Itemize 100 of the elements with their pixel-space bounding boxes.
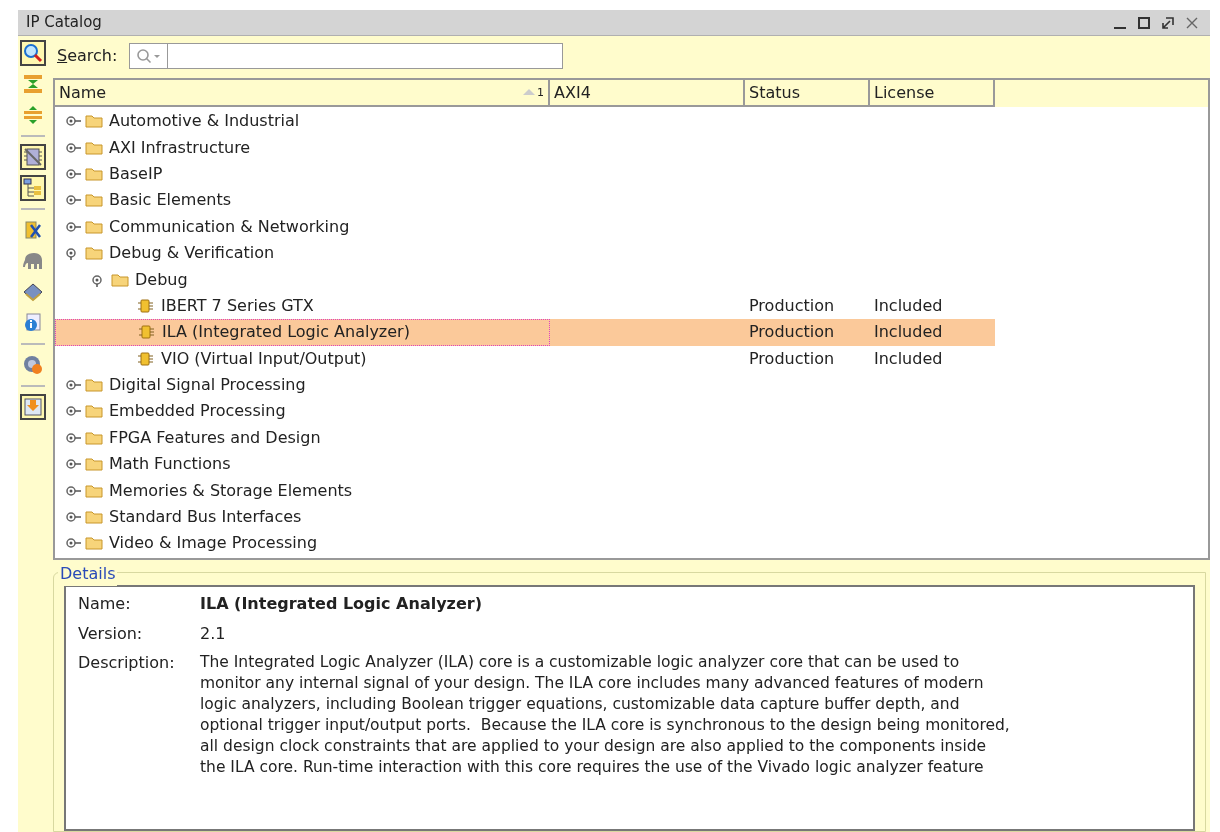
item-name: Embedded Processing [109,403,286,420]
chip-icon [137,297,155,314]
tree-row[interactable]: IBERT 7 Series GTX Production Included [55,292,1208,320]
item-name: FPGA Features and Design [109,429,321,446]
search-icon [135,48,162,64]
folder-icon [85,378,103,393]
search-label: Search: [57,45,118,67]
search-field[interactable] [129,43,564,69]
status-text: Production [749,350,835,367]
expand-toggle-icon[interactable] [65,510,83,525]
tree-row[interactable]: FPGA Features and Design [55,424,1208,452]
item-name: IBERT 7 Series GTX [161,297,314,314]
item-name: VIO (Virtual Input/Output) [161,350,367,367]
collapse-all-icon [22,73,44,95]
item-name: Communication & Networking [109,218,350,235]
wrench-chip-icon [22,219,44,241]
sort-index: 1 [537,87,544,98]
license-text: Included [874,350,943,367]
tree-row[interactable]: ILA (Integrated Logic Analyzer) Production Included [55,319,1208,346]
item-name: Basic Elements [109,192,232,209]
folder-icon [85,246,103,261]
toolbar-button[interactable] [20,144,46,170]
expand-toggle-icon[interactable] [65,404,83,419]
tree-row[interactable]: BaseIP [55,160,1208,188]
expand-toggle-icon[interactable] [65,219,83,234]
tree-row[interactable]: Memories & Storage Elements [55,477,1208,504]
item-name: Debug [135,271,188,288]
tree-row[interactable]: Video & Image Processing [55,530,1208,557]
tree-row[interactable]: VIO (Virtual Input/Output) Production Included [55,345,1208,372]
hierarchy-icon [22,177,44,199]
folder-icon [85,140,103,155]
tree-row[interactable]: Digital Signal Processing [55,371,1208,399]
toolbar-button[interactable] [20,40,46,66]
item-name: Debug & Verification [109,245,275,262]
folder-icon [85,166,103,181]
item-name: Memories & Storage Elements [109,482,353,499]
column-header[interactable]: License [870,80,995,107]
field-value: ILA (Integrated Logic Analyzer) [200,593,482,615]
item-name: Math Functions [109,456,231,473]
item-name: AXI Infrastructure [109,139,251,156]
folder-icon [111,272,129,287]
expand-toggle-icon[interactable] [65,166,83,181]
chip-icon [138,324,156,341]
expand-toggle-icon[interactable] [65,536,83,551]
folder-icon [85,114,103,129]
field-label: Version: [78,622,144,645]
item-name: Video & Image Processing [109,535,318,552]
sort-ascending-icon [523,87,535,95]
expand-toggle-icon[interactable] [65,457,83,472]
elephant-icon [22,250,44,272]
expand-toggle-icon[interactable] [65,193,83,208]
item-name: Digital Signal Processing [109,377,306,394]
folder-icon [85,193,103,208]
expand-toggle-icon[interactable] [65,114,83,129]
item-name: ILA (Integrated Logic Analyzer) [162,324,410,341]
license-text: Included [874,324,943,341]
search-icon [22,42,44,64]
expand-toggle-icon[interactable] [65,378,83,393]
status-text: Production [749,297,835,314]
expand-toggle-icon[interactable] [65,140,83,155]
chip-filter-icon [22,146,44,168]
item-name: Standard Bus Interfaces [109,509,302,526]
expand-all-icon [22,104,44,126]
folder-icon [85,457,103,472]
folder-icon [85,430,103,445]
tree-row[interactable]: Automotive & Industrial [55,108,1208,135]
folder-icon [85,536,103,551]
column-header[interactable]: Status [745,80,870,107]
tree-row[interactable]: Embedded Processing [55,398,1208,425]
toolbar-button[interactable] [20,175,46,201]
folder-icon [85,219,103,234]
toolbar-button[interactable] [20,394,46,420]
item-name: BaseIP [109,165,163,182]
settings-icon [22,354,44,376]
tree-row[interactable]: Math Functions [55,451,1208,478]
status-text: Production [749,324,835,341]
tree-row[interactable]: AXI Infrastructure [55,134,1208,161]
info-icon [22,312,44,334]
tree-row[interactable]: Communication & Networking [55,213,1208,240]
expand-toggle-icon[interactable] [65,430,83,445]
folder-icon [85,510,103,525]
license-text: Included [874,297,943,314]
field-value: 2.1 [200,622,226,645]
expand-toggle-icon[interactable] [65,483,83,498]
column-header[interactable]: Name 1 [55,80,550,107]
window-title: IP Catalog [26,12,103,34]
item-name: Automotive & Industrial [109,113,300,130]
book-icon [22,281,44,303]
folder-icon [85,404,103,419]
field-label: Description: [78,652,176,675]
tree-row[interactable]: Debug [55,266,1208,293]
column-header[interactable]: AXI4 [550,80,745,107]
tree-row[interactable]: Basic Elements [55,187,1208,214]
download-icon [22,396,44,418]
chip-icon [137,350,155,367]
tree-row[interactable]: Standard Bus Interfaces [55,503,1208,531]
field-label: Name: [78,593,132,615]
tree-row[interactable]: Debug & Verification [55,239,1208,267]
description-text: The Integrated Logic Analyzer (ILA) core is a customizable logic analyzer core that can be used to monitor any internal signal of your design. The ILA core includes many advanced features of modern logic analyzers, including Boolean trigger equations, customizable data capture buffer depth, and optional trigger input/output ports. Because the ILA core is synchronous to the design being monitored, all design clock constraints that are applied to your design are also applied to the components inside the ILA core. Run-time interaction with this core requires the use of the Vivado logic analyzer feature [200,652,1010,779]
folder-icon [85,483,103,498]
